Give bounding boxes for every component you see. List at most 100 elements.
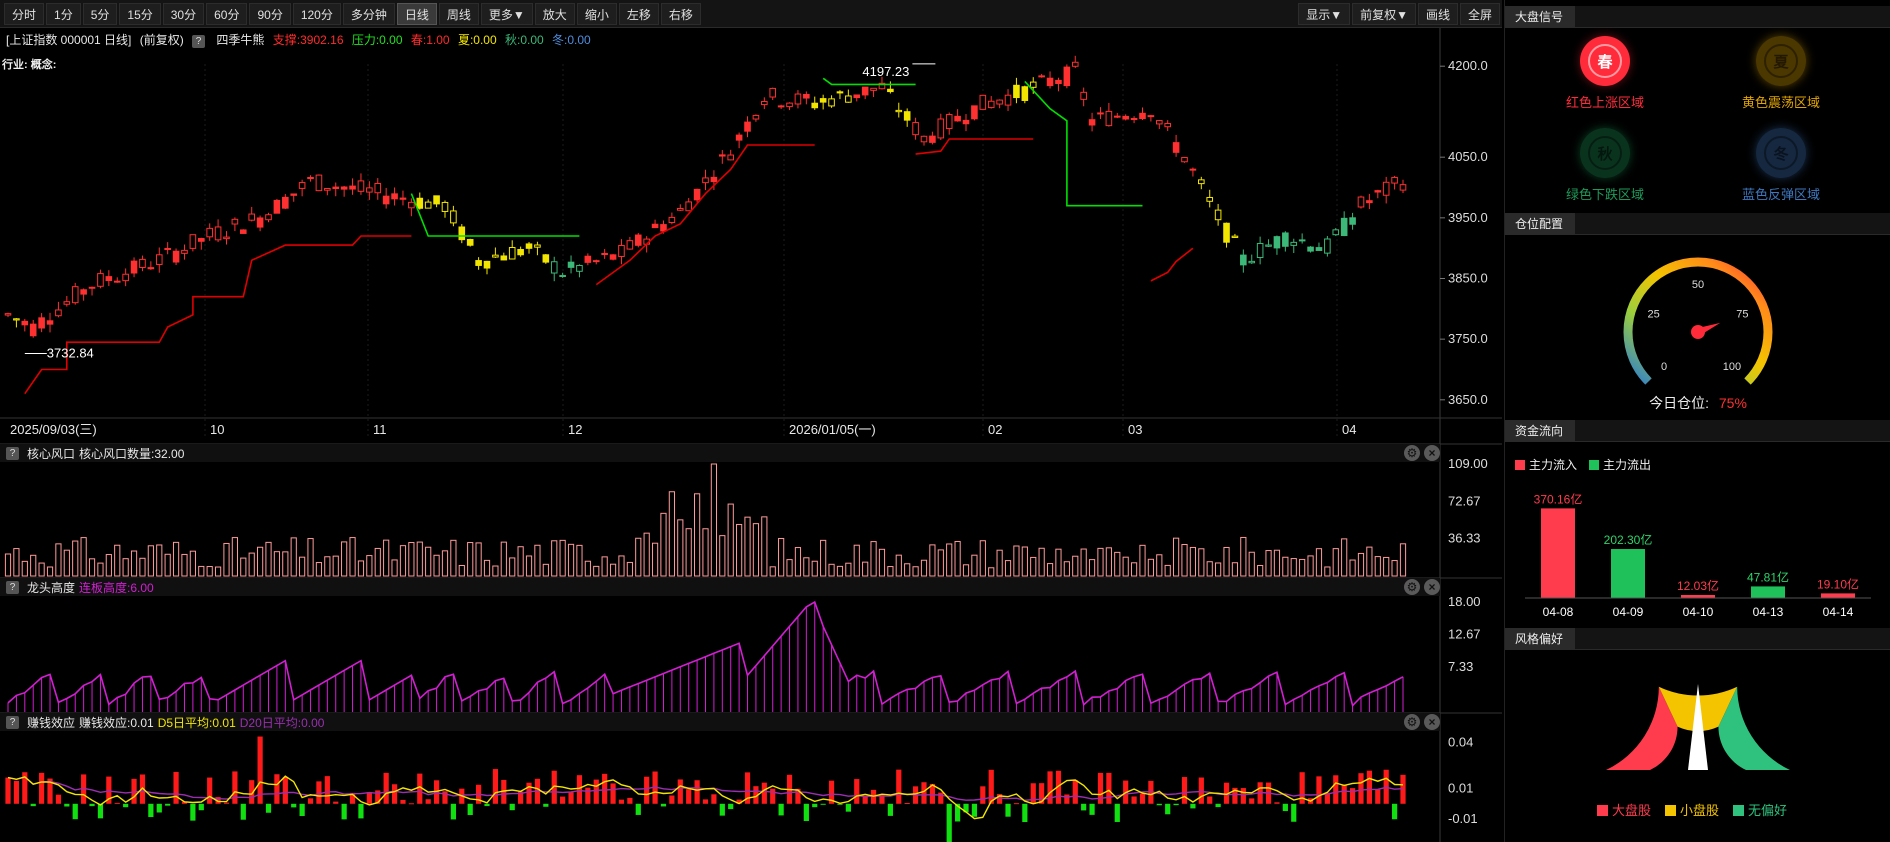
indicator-bar — [46, 566, 54, 577]
period-button[interactable]: 5分 — [82, 2, 118, 25]
period-button[interactable]: 右移 — [660, 2, 701, 25]
candle-body — [609, 254, 617, 260]
period-button[interactable]: 周线 — [438, 2, 479, 25]
fund-bar-value: 202.30亿 — [1604, 532, 1653, 547]
gear-icon[interactable]: ⚙ — [1404, 445, 1420, 461]
chart-area[interactable]: 4200.0 4050.0 3950.0 3850.0 3750.0 3650.0 2025… — [0, 28, 1502, 842]
help-icon[interactable]: ? — [6, 580, 19, 594]
close-icon[interactable]: × — [1424, 445, 1440, 461]
period-button[interactable]: 15分 — [119, 2, 161, 25]
season-label: 绿色下跌区域 — [1565, 187, 1644, 202]
indicator-bar — [626, 561, 633, 577]
candle-body — [13, 318, 20, 321]
signal-section-header: 大盘信号 — [1505, 6, 1890, 28]
indicator-bar — [30, 554, 37, 577]
indicator-bar — [1265, 550, 1272, 577]
indicator-bar — [1206, 561, 1213, 577]
indicator-header-2: ? 龙头高度 连板高度:6.00 ⚙ × — [0, 578, 1440, 596]
candle-body — [307, 176, 314, 180]
toolbar-button[interactable]: 全屏 — [1459, 2, 1500, 25]
effect-bar — [686, 789, 692, 804]
fund-bar-value: 19.10亿 — [1817, 576, 1859, 591]
help-icon[interactable]: ? — [192, 35, 206, 48]
indicator-bar — [710, 463, 718, 577]
autumn-value: 秋:0.00 — [504, 33, 544, 47]
season-signal: 夏黄色震荡区域 — [1711, 36, 1851, 111]
period-button[interactable]: 分时 — [4, 2, 45, 25]
fund-bar-date: 04-09 — [1613, 605, 1644, 619]
indicator-bar — [618, 555, 625, 577]
period-button[interactable]: 90分 — [249, 2, 291, 25]
candle-body — [1248, 260, 1256, 264]
gauge-tick: 25 — [1648, 309, 1660, 321]
indicator-bar — [1349, 559, 1356, 577]
indicator-bar — [500, 541, 507, 577]
candle-body — [971, 105, 978, 120]
period-button[interactable]: 放大 — [534, 2, 575, 25]
candle-body — [483, 260, 491, 269]
gear-icon[interactable]: ⚙ — [1404, 579, 1420, 595]
toolbar-button[interactable]: 画线 — [1417, 2, 1458, 25]
indicator-bar — [1181, 544, 1188, 577]
indicator-bar — [1290, 558, 1297, 577]
indicator-controls: ⚙ × — [1404, 713, 1440, 731]
candle-body — [172, 250, 180, 263]
candle-body — [1122, 115, 1129, 120]
indicator-bar — [895, 554, 902, 577]
position-value: 75% — [1718, 395, 1747, 411]
period-button[interactable]: 30分 — [162, 2, 205, 25]
indicator-bar — [719, 535, 726, 577]
effect-bar — [333, 801, 339, 804]
effect-bar — [1173, 803, 1179, 806]
indicator-bar — [1215, 562, 1222, 577]
effect-bar — [55, 794, 62, 804]
indicator-bar — [778, 537, 785, 577]
toolbar-button[interactable]: 前复权▼ — [1352, 2, 1416, 25]
style-legend: 大盘股 小盘股 无偏好 — [1597, 800, 1787, 819]
gear-icon[interactable]: ⚙ — [1404, 714, 1420, 730]
candle-body — [803, 93, 810, 99]
indicator-bar — [593, 565, 600, 577]
period-toolbar: 分时 1分 5分 15分 30分 60分 90分 120分 多分钟 日线 周线 更多▼ 放大 缩小 左移 右移… — [0, 0, 1502, 28]
y-tick-label: 4050.0 — [1448, 149, 1488, 164]
candle-body — [80, 289, 87, 295]
help-icon[interactable]: ? — [6, 715, 19, 729]
toolbar-button[interactable]: 显示▼ — [1298, 2, 1351, 25]
period-button[interactable]: 缩小 — [576, 2, 617, 25]
candle — [1063, 64, 1071, 89]
period-button[interactable]: 60分 — [206, 2, 248, 25]
close-icon[interactable]: × — [1424, 714, 1440, 730]
effect-bar — [1106, 772, 1112, 804]
effect-bar — [887, 803, 893, 816]
indicator-name: 四季牛熊 — [216, 33, 265, 47]
indicator-bar — [761, 516, 768, 577]
indicator-bar — [584, 560, 591, 577]
period-button[interactable]: 1分 — [46, 2, 81, 25]
indicator-bar — [1097, 547, 1104, 577]
candle-body — [441, 201, 449, 212]
candle-body — [424, 201, 432, 209]
indicator-bar — [391, 559, 398, 577]
indicator-bar — [920, 559, 928, 577]
period-button[interactable]: 左移 — [618, 2, 659, 25]
period-button[interactable]: 日线 — [396, 2, 437, 25]
candle-body — [1189, 168, 1197, 171]
indicator-bar — [349, 537, 356, 577]
effect-bar — [1072, 780, 1078, 804]
period-button[interactable]: 多分钟 — [342, 2, 395, 25]
effect-bar — [13, 780, 20, 804]
indicator-bar — [483, 559, 491, 577]
indicator-bar — [643, 532, 650, 577]
indicator-bar — [172, 541, 180, 577]
period-button[interactable]: 120分 — [292, 2, 341, 25]
effect-bar — [1274, 802, 1280, 804]
indicator-bar — [1139, 544, 1146, 577]
candle-body — [929, 135, 936, 143]
effect-bar — [1030, 783, 1036, 804]
help-icon[interactable]: ? — [6, 446, 19, 460]
indicator-bar — [105, 554, 112, 577]
effect-bar — [610, 783, 616, 804]
candle-body — [1113, 115, 1121, 118]
close-icon[interactable]: × — [1424, 579, 1440, 595]
period-button[interactable]: 更多▼ — [480, 2, 533, 25]
